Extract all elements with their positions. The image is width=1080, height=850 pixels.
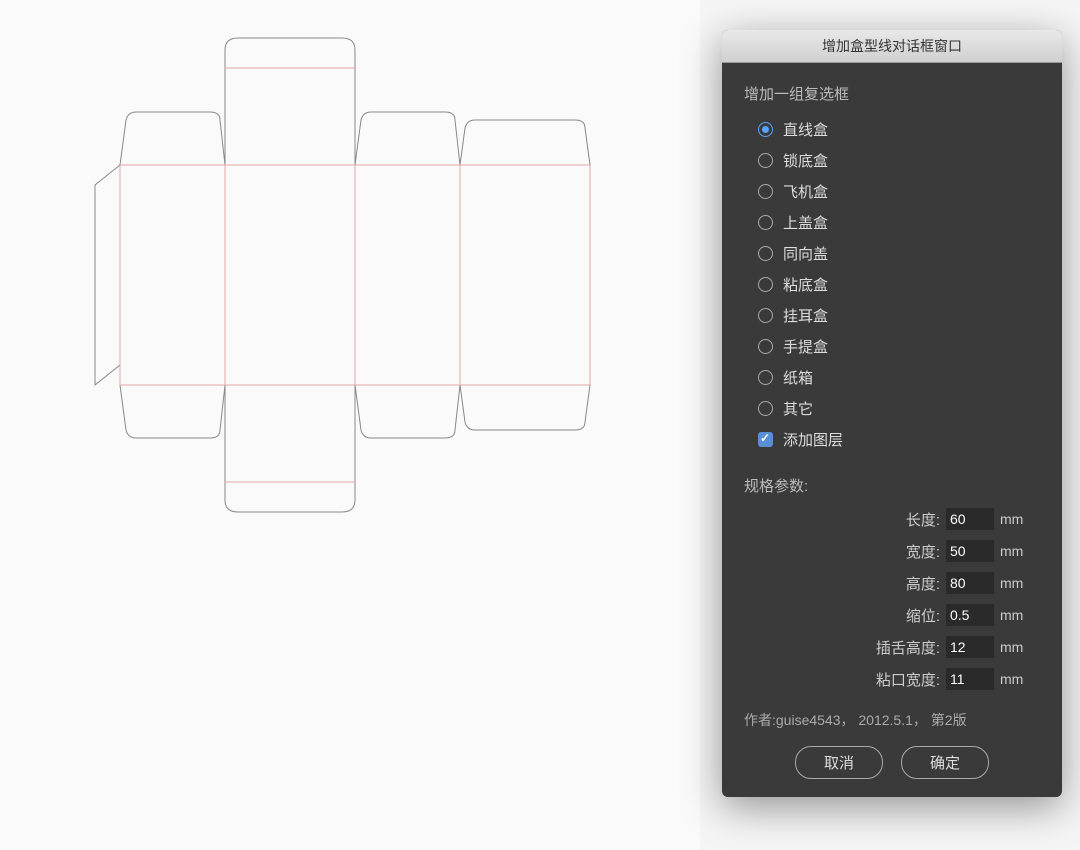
- box-dieline-drawing: [50, 20, 650, 580]
- radio-icon: [758, 153, 773, 168]
- radio-option-4[interactable]: 同向盖: [744, 238, 1040, 269]
- param-unit: mm: [1000, 671, 1030, 687]
- param-width: 宽度: mm: [744, 540, 1040, 562]
- param-unit: mm: [1000, 607, 1030, 623]
- param-glue-width: 粘口宽度: mm: [744, 668, 1040, 690]
- radio-label: 粘底盒: [783, 274, 828, 295]
- radio-icon: [758, 370, 773, 385]
- radio-icon: [758, 401, 773, 416]
- param-tuck-input[interactable]: [946, 636, 994, 658]
- box-dialog: 增加盒型线对话框窗口 增加一组复选框 直线盒 锁底盒 飞机盒 上盖盒 同向盖 粘…: [722, 30, 1062, 797]
- param-name: 长度:: [906, 509, 940, 530]
- params-label: 规格参数:: [744, 475, 1040, 496]
- radio-label: 其它: [783, 398, 813, 419]
- radio-label: 上盖盒: [783, 212, 828, 233]
- radio-option-9[interactable]: 其它: [744, 393, 1040, 424]
- radio-option-5[interactable]: 粘底盒: [744, 269, 1040, 300]
- radio-icon: [758, 122, 773, 137]
- canvas-area: [0, 0, 700, 850]
- param-glue-input[interactable]: [946, 668, 994, 690]
- button-row: 取消 确定: [744, 746, 1040, 779]
- radio-option-1[interactable]: 锁底盒: [744, 145, 1040, 176]
- param-name: 缩位:: [906, 605, 940, 626]
- checkbox-icon: [758, 432, 773, 447]
- radio-icon: [758, 339, 773, 354]
- param-name: 高度:: [906, 573, 940, 594]
- param-tuck-height: 插舌高度: mm: [744, 636, 1040, 658]
- param-length: 长度: mm: [744, 508, 1040, 530]
- ok-button[interactable]: 确定: [901, 746, 989, 779]
- param-width-input[interactable]: [946, 540, 994, 562]
- param-indent-input[interactable]: [946, 604, 994, 626]
- radio-label: 手提盒: [783, 336, 828, 357]
- group-label: 增加一组复选框: [744, 83, 1040, 104]
- radio-icon: [758, 246, 773, 261]
- radio-label: 纸箱: [783, 367, 813, 388]
- param-height: 高度: mm: [744, 572, 1040, 594]
- param-unit: mm: [1000, 639, 1030, 655]
- param-unit: mm: [1000, 543, 1030, 559]
- param-height-input[interactable]: [946, 572, 994, 594]
- radio-label: 飞机盒: [783, 181, 828, 202]
- radio-option-7[interactable]: 手提盒: [744, 331, 1040, 362]
- param-indent: 缩位: mm: [744, 604, 1040, 626]
- param-unit: mm: [1000, 511, 1030, 527]
- param-unit: mm: [1000, 575, 1030, 591]
- radio-icon: [758, 308, 773, 323]
- radio-icon: [758, 215, 773, 230]
- radio-option-6[interactable]: 挂耳盒: [744, 300, 1040, 331]
- cancel-button[interactable]: 取消: [795, 746, 883, 779]
- param-name: 插舌高度:: [876, 637, 940, 658]
- dialog-title: 增加盒型线对话框窗口: [722, 30, 1062, 63]
- radio-icon: [758, 277, 773, 292]
- radio-option-0[interactable]: 直线盒: [744, 114, 1040, 145]
- dialog-body: 增加一组复选框 直线盒 锁底盒 飞机盒 上盖盒 同向盖 粘底盒 挂耳盒: [722, 63, 1062, 797]
- param-length-input[interactable]: [946, 508, 994, 530]
- radio-label: 锁底盒: [783, 150, 828, 171]
- checkbox-label: 添加图层: [783, 429, 843, 450]
- radio-label: 同向盖: [783, 243, 828, 264]
- radio-label: 直线盒: [783, 119, 828, 140]
- checkbox-add-layer[interactable]: 添加图层: [744, 424, 1040, 455]
- radio-option-2[interactable]: 飞机盒: [744, 176, 1040, 207]
- author-line: 作者:guise4543， 2012.5.1， 第2版: [744, 710, 1040, 730]
- radio-label: 挂耳盒: [783, 305, 828, 326]
- radio-option-3[interactable]: 上盖盒: [744, 207, 1040, 238]
- param-name: 粘口宽度:: [876, 669, 940, 690]
- param-name: 宽度:: [906, 541, 940, 562]
- radio-option-8[interactable]: 纸箱: [744, 362, 1040, 393]
- radio-icon: [758, 184, 773, 199]
